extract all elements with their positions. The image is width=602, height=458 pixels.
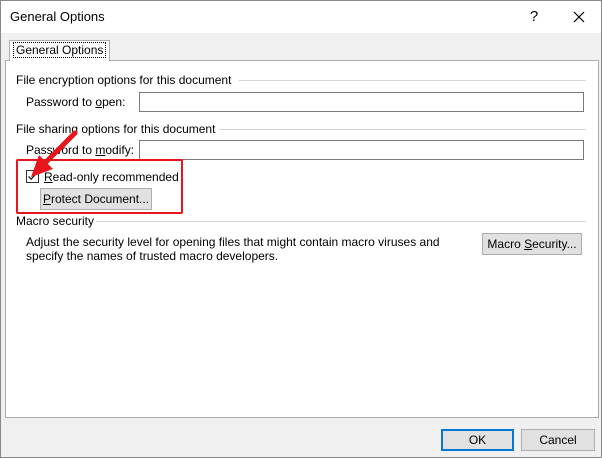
tab-label: General Options xyxy=(12,42,107,58)
macro-description: Adjust the security level for opening fi… xyxy=(26,235,440,263)
password-modify-input[interactable] xyxy=(139,140,584,160)
password-open-input[interactable] xyxy=(139,92,584,112)
encryption-divider xyxy=(239,80,586,81)
close-icon xyxy=(573,11,585,22)
close-button[interactable] xyxy=(556,1,602,32)
help-button[interactable]: ? xyxy=(511,1,557,32)
macro-divider xyxy=(96,221,586,222)
sharing-divider xyxy=(219,129,586,130)
help-icon: ? xyxy=(529,8,539,25)
title-bar: General Options ? xyxy=(1,1,601,33)
tab-general-options[interactable]: General Options xyxy=(9,40,110,61)
cancel-button[interactable]: Cancel xyxy=(521,429,595,451)
macro-security-button[interactable]: Macro Security... xyxy=(482,233,582,255)
general-options-dialog: General Options ? General Options File e… xyxy=(0,0,602,458)
encryption-group-label: File encryption options for this documen… xyxy=(16,73,236,87)
ok-button[interactable]: OK xyxy=(441,429,514,451)
red-arrow-icon xyxy=(31,130,78,177)
ok-label: OK xyxy=(468,433,487,447)
macro-group-label: Macro security xyxy=(16,214,99,228)
macro-security-label: Macro Security... xyxy=(487,237,577,251)
dialog-title: General Options xyxy=(10,9,105,24)
cancel-label: Cancel xyxy=(539,433,577,447)
password-open-label: Password to open: xyxy=(26,95,126,109)
